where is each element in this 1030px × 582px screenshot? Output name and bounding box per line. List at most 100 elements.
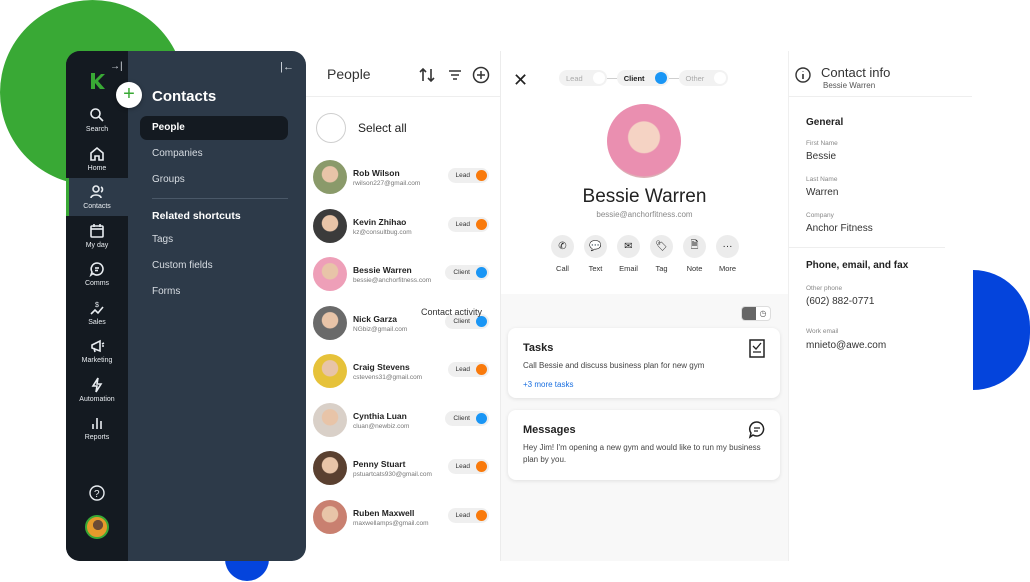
subnav-item-companies[interactable]: Companies [140,142,288,166]
contact-row[interactable]: Ruben Maxwell maxwellamps@gmail.com Lead [313,497,493,537]
more-tasks-link[interactable]: +3 more tasks [523,380,573,389]
contact-row[interactable]: Craig Stevens cstevens31@gmail.com Lead [313,351,493,391]
status-badge[interactable]: Lead [447,459,489,474]
contact-avatar [607,104,681,178]
stage-client[interactable]: Client [616,70,669,86]
tag-icon: 🏷 [650,235,673,258]
company-value[interactable]: Anchor Fitness [806,223,873,234]
contact-row-avatar [313,306,347,340]
add-button[interactable]: + [116,82,142,108]
last-name-value[interactable]: Warren [806,187,838,198]
other-phone-value[interactable]: (602) 882-0771 [806,296,874,307]
email-button[interactable]: ✉ Email [612,235,645,273]
contact-info-subtitle: Bessie Warren [823,81,876,90]
status-badge[interactable]: Lead [447,362,489,377]
collapse-icon[interactable]: |← [280,61,294,73]
contact-row-email: pstuartcats930@gmail.com [353,471,432,478]
decorative-blue-half-circle [973,270,1030,390]
status-badge[interactable]: Lead [447,217,489,232]
user-avatar[interactable] [85,515,109,539]
first-name-label: First Name [806,140,838,147]
select-all[interactable]: Select all [316,113,407,143]
people-list-panel: People Select all Rob Wilson rwilson227@g… [306,51,501,561]
filter-icon[interactable] [446,66,464,84]
general-heading: General [806,117,844,128]
status-dot [476,413,487,424]
contact-row-avatar [313,257,347,291]
contact-row-name: Ruben Maxwell [353,508,415,518]
sort-icon[interactable] [418,66,436,84]
other-phone-label: Other phone [806,285,843,292]
stage-other[interactable]: Other [678,70,729,86]
contact-row-email: kz@consultbug.com [353,229,412,236]
shortcut-custom-fields[interactable]: Custom fields [140,254,288,278]
shortcut-forms[interactable]: Forms [140,280,288,304]
subnav-item-groups[interactable]: Groups [140,168,288,192]
work-email-label: Work email [806,328,839,335]
app-navigation: →| Search Home Contacts My day Comms $ S… [66,51,306,561]
help-icon[interactable]: ? [89,485,105,501]
rail-item-my-day[interactable]: My day [66,223,128,261]
contact-detail-panel: ✕ Lead Client Other Bessie Warren bessie… [501,51,788,561]
text-button[interactable]: 💬 Text [579,235,612,273]
tasks-card[interactable]: Tasks Call Bessie and discuss business p… [508,328,780,398]
contact-name: Bessie Warren [582,186,707,207]
keap-logo-icon [91,73,105,89]
shortcut-tags[interactable]: Tags [140,228,288,252]
envelope-icon: ✉ [617,235,640,258]
work-email-value[interactable]: mnieto@awe.com [806,340,886,351]
status-badge[interactable]: Lead [447,508,489,523]
contact-row[interactable]: Rob Wilson rwilson227@gmail.com Lead [313,157,493,197]
chat-icon [89,262,104,277]
expand-icon[interactable]: →| [110,61,123,72]
subnav-item-people[interactable]: People [140,116,288,140]
activity-area: ◷ Tasks Call Bessie and discuss business… [501,294,788,561]
contact-row[interactable]: Kevin Zhihao kz@consultbug.com Lead [313,206,493,246]
sales-icon: $ [90,302,104,315]
contact-row-name: Cynthia Luan [353,411,407,421]
contact-row-email: NGbiz@gmail.com [353,326,408,333]
contact-row-avatar [313,500,347,534]
first-name-value[interactable]: Bessie [806,151,836,162]
add-person-icon[interactable] [472,66,490,84]
tasks-body: Call Bessie and discuss business plan fo… [523,361,705,370]
contact-row[interactable]: Cynthia Luan cluan@newbiz.com Client [313,400,493,440]
megaphone-icon [91,339,105,353]
status-dot [476,316,487,327]
view-toggle[interactable]: ◷ [741,306,771,321]
tag-button[interactable]: 🏷 Tag [645,235,678,273]
call-button[interactable]: ✆ Call [546,235,579,273]
stage-lead[interactable]: Lead [559,70,607,86]
contact-row-name: Penny Stuart [353,459,406,469]
status-badge[interactable]: Lead [447,168,489,183]
rail-item-sales[interactable]: $ Sales [66,300,128,338]
contact-row-email: cstevens31@gmail.com [353,374,423,381]
rail-item-contacts[interactable]: Contacts [66,178,128,216]
close-icon[interactable]: ✕ [513,70,528,91]
messages-card[interactable]: Messages Hey Jim! I'm opening a new gym … [508,410,780,480]
status-badge[interactable]: Client [445,265,489,280]
rail-item-reports[interactable]: Reports [66,415,128,453]
people-header: People [306,51,500,97]
rail-item-automation[interactable]: Automation [66,377,128,415]
status-badge[interactable]: Client [445,411,489,426]
contact-row[interactable]: Penny Stuart pstuartcats930@gmail.com Lead [313,448,493,488]
company-label: Company [806,212,834,219]
more-button[interactable]: ··· More [711,235,744,273]
select-all-checkbox[interactable] [316,113,346,143]
stage-selector: Lead Client Other [559,70,729,86]
contact-info-panel: Contact info Bessie Warren General First… [788,51,972,561]
contact-row-avatar [313,451,347,485]
contact-row-email: bessie@anchorfitness.com [353,277,432,284]
list-view-icon[interactable] [742,307,756,320]
clock-icon[interactable]: ◷ [756,307,770,320]
contact-row[interactable]: Bessie Warren bessie@anchorfitness.com Cli… [313,254,493,294]
more-icon: ··· [716,235,739,258]
note-button[interactable]: 🗎 Note [678,235,711,273]
rail-item-comms[interactable]: Comms [66,261,128,299]
rail-item-search[interactable]: Search [66,107,128,145]
rail-item-marketing[interactable]: Marketing [66,338,128,376]
contact-row-email: cluan@newbiz.com [353,423,410,430]
contact-row-email: rwilson227@gmail.com [353,180,421,187]
contact-row-avatar [313,403,347,437]
